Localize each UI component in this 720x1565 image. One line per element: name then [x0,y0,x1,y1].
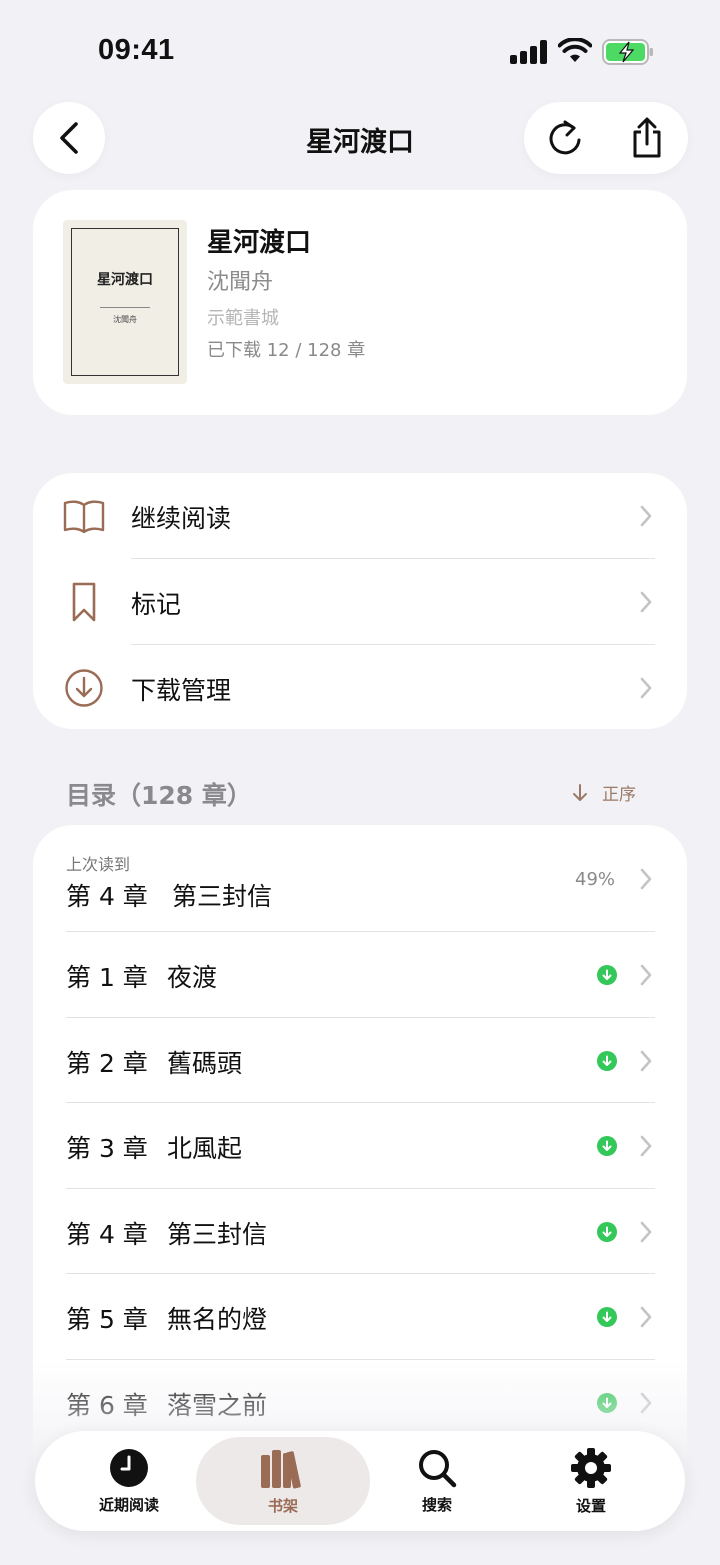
chevron-right-icon [640,964,652,986]
search-icon [419,1449,457,1487]
chapter-number: 第 3 章 [66,1134,148,1164]
chapter-row[interactable]: 第 2 章舊碼頭 [33,1018,687,1104]
downloaded-icon [597,1307,617,1328]
status-time: 09:41 [98,34,175,66]
chapter-number: 第 4 章 [66,882,148,911]
status-bar: 09:41 [0,0,720,100]
cellular-signal-icon [510,40,548,64]
menu-item-label: 标记 [131,590,182,619]
arrow-down-icon [573,783,587,801]
toc-heading: 目录（128 章） [66,781,252,810]
sort-label: 正序 [602,785,636,805]
tab-bar: 近期阅读 书架 搜索 设置 [35,1431,685,1531]
menu-item-continue-reading[interactable]: 继续阅读 [33,473,687,559]
refresh-icon [549,120,581,155]
book-actions-menu: 继续阅读 标记 下载管理 [33,473,687,729]
tab-label: 搜索 [421,1495,452,1514]
chapter-number: 第 4 章 [66,1219,148,1249]
chevron-right-icon [640,677,652,699]
menu-item-download-manager[interactable]: 下载管理 [33,645,687,731]
chapter-title: 北風起 [167,1134,243,1164]
chevron-right-icon [640,1135,652,1157]
downloaded-icon [597,1221,617,1242]
books-icon [261,1449,301,1488]
book-cover[interactable]: 星河渡口 沈聞舟 [63,220,187,384]
wifi-icon [558,38,592,62]
tab-label: 近期阅读 [98,1495,159,1514]
book-info-card: 星河渡口 沈聞舟 星河渡口 沈聞舟 示範書城 已下载 12 / 128 章 [33,190,687,415]
book-author: 沈聞舟 [207,270,274,295]
chevron-right-icon [640,591,652,613]
book-title: 星河渡口 [207,228,312,258]
chapter-title: 夜渡 [167,963,218,992]
chevron-right-icon [640,1221,652,1243]
gear-icon [571,1447,611,1488]
chapter-title: 無名的燈 [167,1305,268,1335]
chapter-row[interactable]: 第 1 章夜渡 [33,932,687,1018]
chapter-number: 第 2 章 [66,1048,148,1078]
clock-icon [110,1448,148,1487]
share-icon [633,117,661,158]
downloaded-icon [597,1136,617,1157]
nav-actions [524,102,688,174]
downloaded-icon [597,965,617,985]
tab-search[interactable]: 搜索 [365,1431,509,1531]
tab-recent-reading[interactable]: 近期阅读 [55,1431,203,1531]
chevron-right-icon [640,868,652,890]
download-status: 已下载 12 / 128 章 [207,340,366,361]
chapter-row[interactable]: 第 3 章北風起 [33,1103,687,1189]
cover-title: 星河渡口 [97,272,153,288]
last-read-row[interactable]: 上次读到 第 4 章 第三封信 49% [33,825,687,931]
cover-author: 沈聞舟 [113,315,137,324]
chevron-right-icon [640,1050,652,1071]
tab-settings[interactable]: 设置 [521,1431,661,1531]
chapter-row[interactable]: 第 4 章第三封信 [33,1189,687,1275]
sort-toggle[interactable]: 正序 [572,780,636,805]
reading-progress: 49% [575,869,616,890]
downloaded-icon [597,1050,617,1071]
menu-item-label: 继续阅读 [131,504,232,533]
refresh-button[interactable] [524,102,606,174]
book-source: 示範書城 [207,308,279,329]
tab-bookshelf[interactable]: 书架 [196,1437,370,1525]
chapter-row[interactable]: 第 5 章無名的燈 [33,1274,687,1360]
chevron-right-icon [640,505,652,527]
menu-item-bookmarks[interactable]: 标记 [33,559,687,645]
last-read-label: 上次读到 [66,855,131,874]
chapter-title: 第三封信 [167,1219,268,1249]
open-book-icon [63,495,105,537]
bookmark-icon [63,581,105,623]
battery-charging-icon [602,39,653,65]
menu-item-label: 下载管理 [131,676,232,705]
chapter-number: 第 1 章 [66,963,148,992]
chapter-number: 第 5 章 [66,1305,148,1335]
chapter-title: 舊碼頭 [167,1048,243,1078]
tab-label: 设置 [575,1496,606,1515]
share-button[interactable] [606,102,688,174]
tab-label: 书架 [267,1496,298,1515]
download-circle-icon [63,667,105,709]
chapter-title: 第三封信 [172,882,273,911]
chevron-right-icon [640,1307,652,1328]
